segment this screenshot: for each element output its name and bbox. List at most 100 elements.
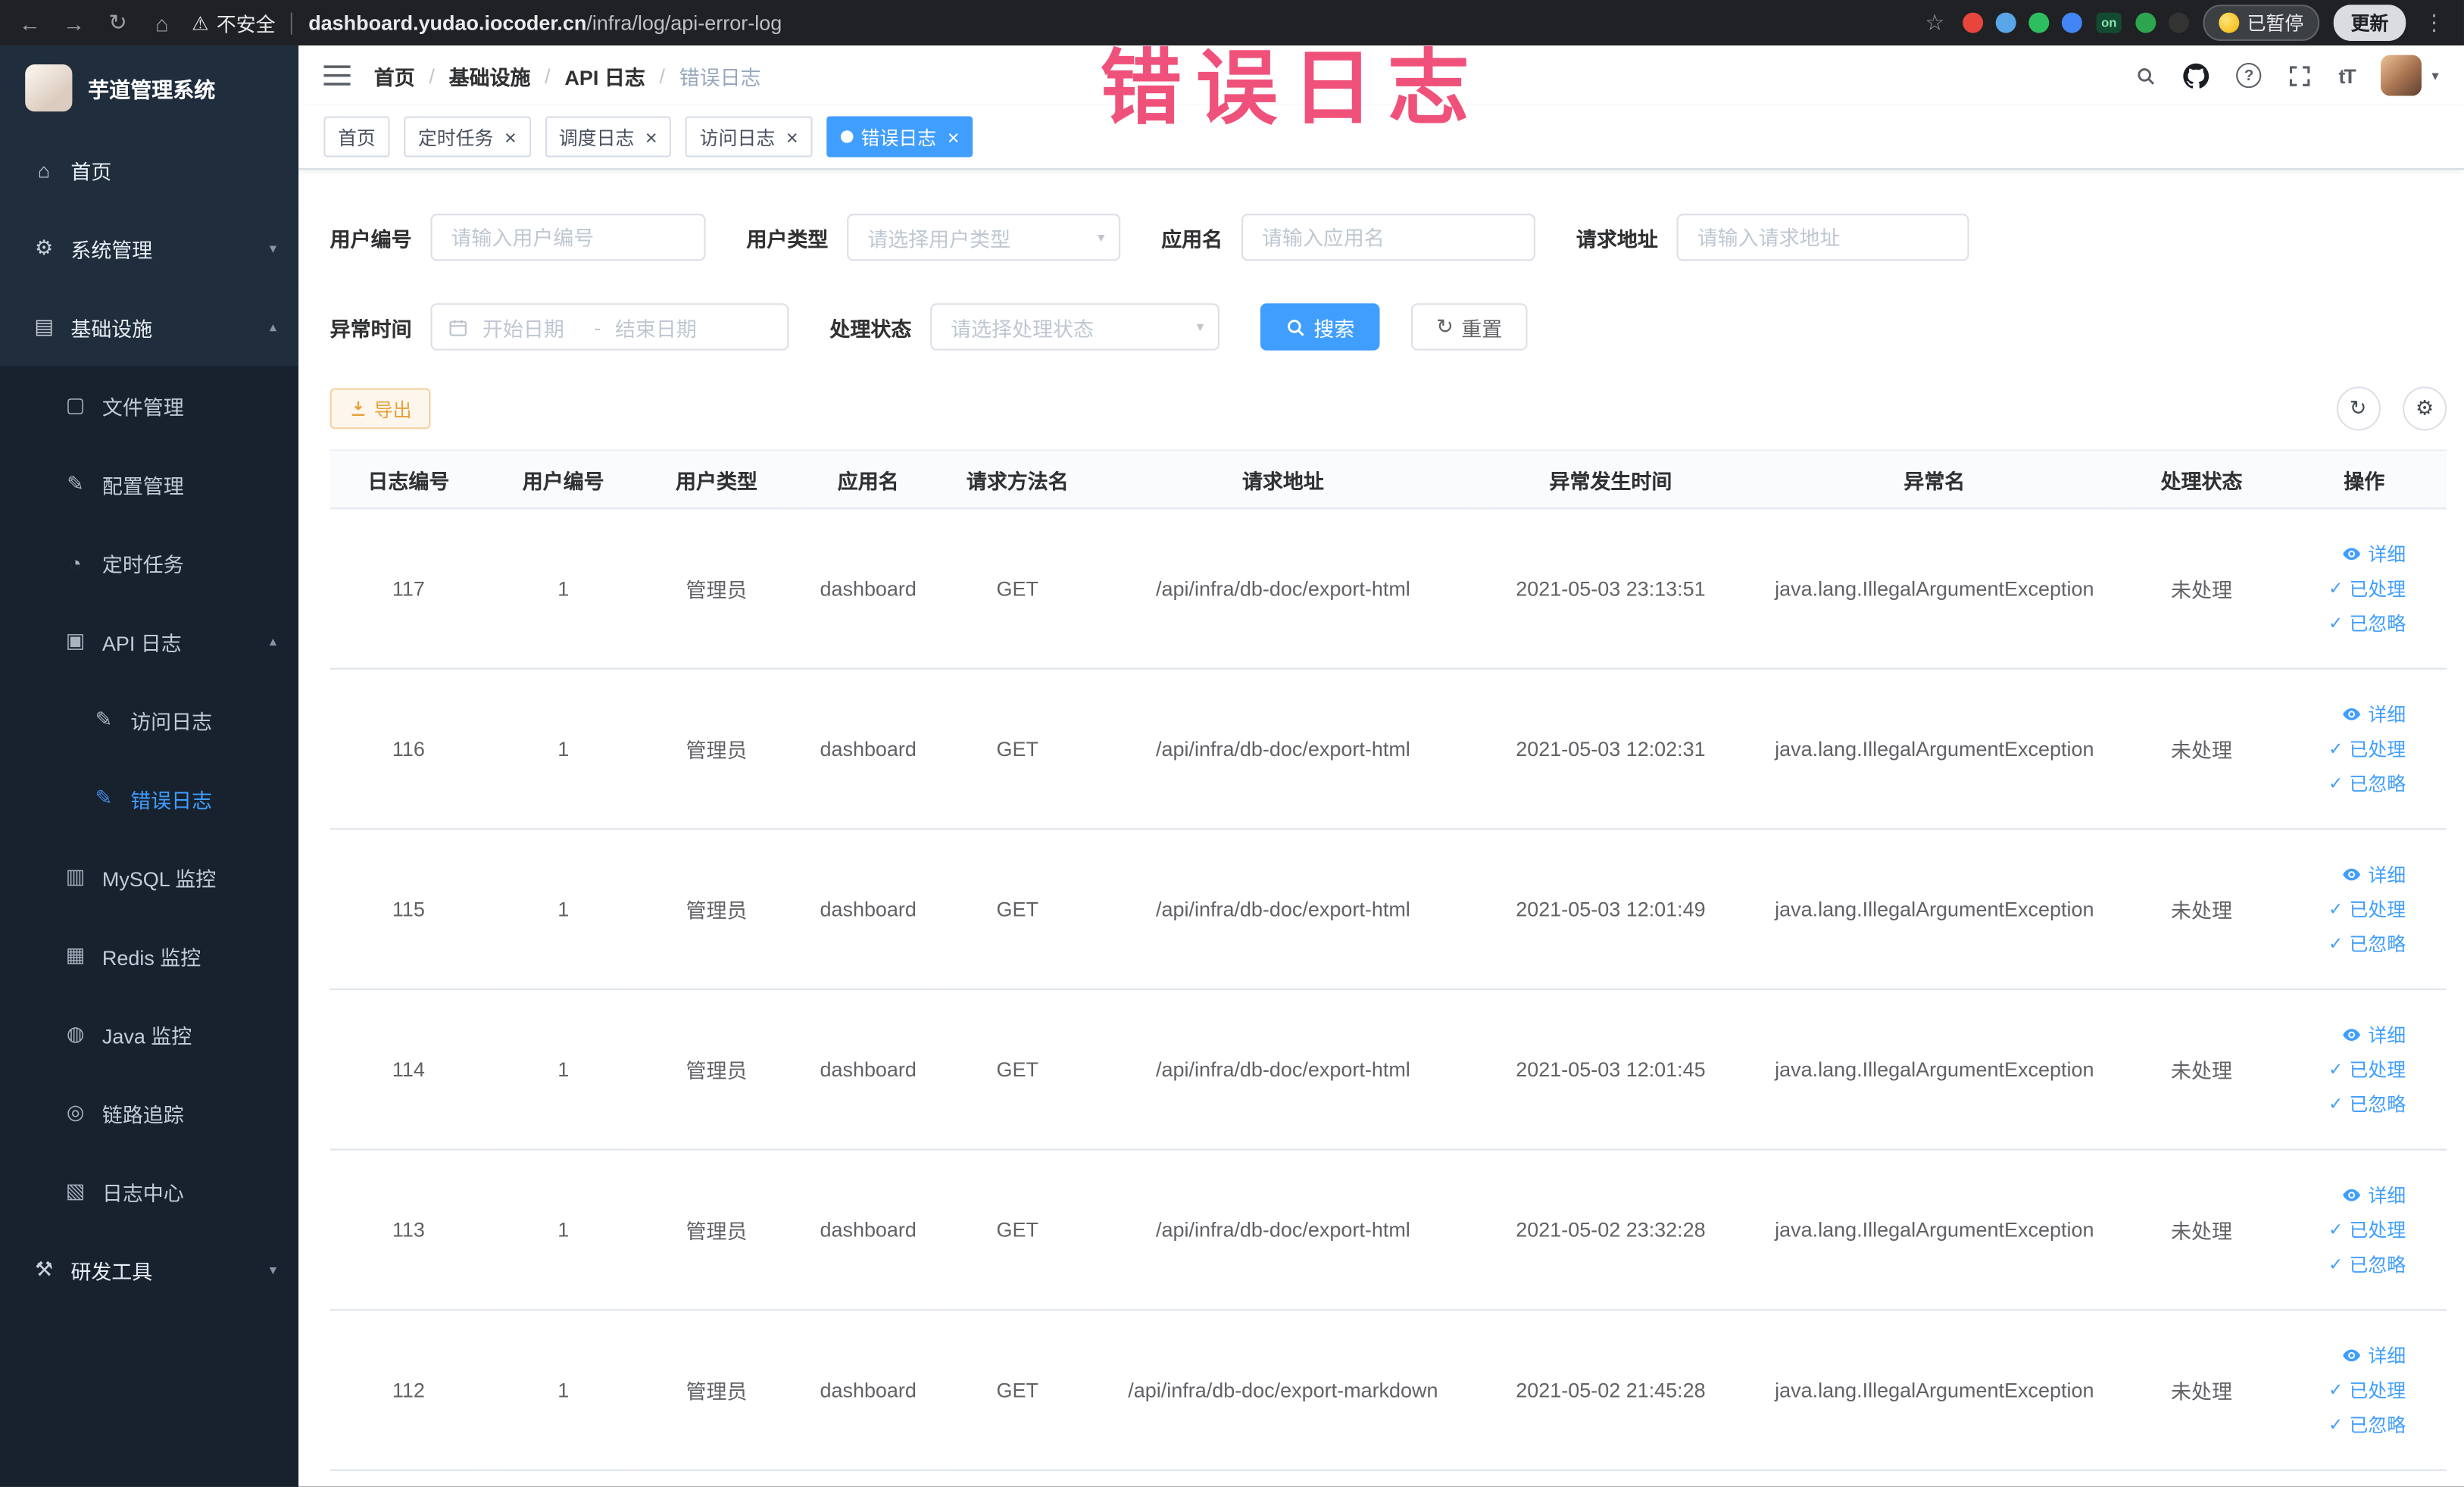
sidebar-item-13[interactable]: ▧ 日志中心: [0, 1152, 298, 1231]
extension-icon-1[interactable]: [1996, 12, 2017, 33]
tab-0[interactable]: 首页: [323, 116, 390, 158]
back-icon[interactable]: ←: [16, 10, 44, 35]
processed-link[interactable]: ✓ 已处理: [2281, 735, 2406, 763]
row-action-label: 已忽略: [2349, 1414, 2406, 1436]
more-menu-icon[interactable]: ⋮: [2420, 9, 2448, 36]
logo[interactable]: 芋道管理系统: [0, 45, 299, 131]
user-id-input[interactable]: [430, 214, 706, 261]
check-icon: ✓: [2328, 614, 2344, 633]
tab-2[interactable]: 调度日志 ×: [545, 116, 672, 158]
sidebar-item-0[interactable]: ⌂ 首页: [0, 130, 299, 209]
app: 芋道管理系统 ⌂ 首页 ⚙ 系统管理 ▾ ▤ 基础设施 ▴ ▢ 文件管理 ✎ 配置管理 ◔ 定时任务 ▣ AP…: [0, 45, 2464, 1487]
update-button[interactable]: 更新: [2333, 5, 2406, 41]
extension-icon-4[interactable]: [2135, 12, 2156, 33]
export-button[interactable]: 导出: [329, 388, 431, 430]
request-url-input[interactable]: [1676, 214, 1969, 261]
column-settings-button[interactable]: ⚙: [2403, 386, 2447, 431]
detail-link[interactable]: 详细: [2281, 1181, 2406, 1209]
star-icon[interactable]: ☆: [1921, 9, 1949, 36]
tab-4[interactable]: 错误日志 ×: [826, 116, 974, 158]
sidebar-item-3[interactable]: ▢ 文件管理: [0, 366, 298, 445]
ignored-link[interactable]: ✓ 已忽略: [2281, 929, 2406, 957]
extension-icon-3[interactable]: [2062, 12, 2083, 33]
breadcrumb-api-log[interactable]: API 日志: [564, 61, 645, 90]
sidebar-item-4[interactable]: ✎ 配置管理: [0, 445, 298, 523]
processed-link[interactable]: ✓ 已处理: [2281, 1055, 2406, 1083]
tab-3[interactable]: 访问日志 ×: [685, 116, 813, 158]
font-size-icon[interactable]: tT: [2338, 64, 2356, 87]
tab-1[interactable]: 定时任务 ×: [404, 116, 531, 158]
reload-icon[interactable]: ↻: [104, 9, 132, 36]
sidebar-item-9[interactable]: ▥ MySQL 监控: [0, 838, 298, 917]
process-status-select[interactable]: 请选择处理状态 ▾: [930, 303, 1220, 351]
ignored-link[interactable]: ✓ 已忽略: [2281, 770, 2406, 798]
exception-time-range[interactable]: 开始日期 - 结束日期: [430, 303, 789, 351]
detail-link[interactable]: 详细: [2281, 861, 2406, 889]
sidebar-item-6[interactable]: ▣ API 日志 ▴: [0, 602, 298, 681]
sidebar-item-1[interactable]: ⚙ 系统管理 ▾: [0, 208, 299, 288]
detail-link[interactable]: 详细: [2281, 700, 2406, 728]
github-icon[interactable]: [2183, 62, 2209, 89]
ignored-link[interactable]: ✓ 已忽略: [2281, 1090, 2406, 1118]
help-icon[interactable]: ?: [2236, 62, 2262, 89]
ignored-link[interactable]: ✓ 已忽略: [2281, 1410, 2406, 1439]
user-type-select[interactable]: 请选择用户类型 ▾: [847, 214, 1121, 261]
sidebar-item-7[interactable]: ✎ 访问日志: [0, 680, 298, 759]
config-icon: ✎: [67, 471, 84, 495]
processed-link[interactable]: ✓ 已处理: [2281, 1216, 2406, 1244]
paused-extension-badge[interactable]: 已暂停: [2203, 5, 2320, 41]
hamburger-icon[interactable]: [323, 64, 351, 86]
close-icon[interactable]: ×: [948, 127, 960, 147]
processed-link[interactable]: ✓ 已处理: [2281, 1376, 2406, 1404]
app-name-input[interactable]: [1241, 214, 1535, 261]
close-icon[interactable]: ×: [786, 127, 798, 147]
cell: 管理员: [639, 668, 794, 830]
sidebar-item-11[interactable]: ◍ Java 监控: [0, 995, 298, 1073]
sidebar-item-2[interactable]: ▤ 基础设施 ▴: [0, 287, 299, 367]
close-icon[interactable]: ×: [645, 127, 657, 147]
sidebar-item-14[interactable]: ⚒ 研发工具 ▾: [0, 1230, 298, 1309]
table-toolbar: 导出 ↻ ⚙: [329, 386, 2447, 431]
cell: 114: [329, 989, 488, 1151]
extension-icon-5[interactable]: [2168, 12, 2189, 33]
ignored-link[interactable]: ✓ 已忽略: [2281, 1250, 2406, 1278]
user-menu[interactable]: ▾: [2381, 55, 2439, 96]
search-icon[interactable]: [2136, 65, 2156, 86]
sidebar-item-label: 研发工具: [70, 1259, 153, 1283]
cell: java.lang.IllegalArgumentException: [1747, 1149, 2122, 1311]
refresh-button[interactable]: ↻: [2335, 386, 2381, 431]
reset-button[interactable]: ↻ 重置: [1411, 303, 1528, 351]
detail-link[interactable]: 详细: [2281, 1020, 2406, 1048]
close-icon[interactable]: ×: [504, 127, 517, 147]
fullscreen-icon[interactable]: [2288, 64, 2312, 87]
cell: /api/infra/db-doc/export-html: [1091, 989, 1474, 1151]
sidebar-item-10[interactable]: ▦ Redis 监控: [0, 916, 298, 995]
breadcrumb-home[interactable]: 首页: [374, 61, 415, 90]
row-action-label: 已处理: [2349, 1218, 2406, 1241]
column-header-9: 操作: [2281, 449, 2447, 510]
address-bar[interactable]: dashboard.yudao.iocoder.cn/infra/log/api…: [308, 11, 1905, 35]
breadcrumb-infra[interactable]: 基础设施: [449, 61, 531, 90]
browser-home-icon[interactable]: ⌂: [148, 10, 176, 35]
detail-link[interactable]: 详细: [2281, 1342, 2406, 1370]
extension-on-badge[interactable]: on: [2096, 12, 2122, 33]
sidebar-item-8[interactable]: ✎ 错误日志: [0, 759, 298, 838]
processed-link[interactable]: ✓ 已处理: [2281, 895, 2406, 923]
search-button[interactable]: 搜索: [1260, 303, 1380, 351]
processed-link[interactable]: ✓ 已处理: [2281, 574, 2406, 602]
column-header-2: 用户类型: [639, 449, 794, 510]
check-icon: ✓: [2328, 1220, 2344, 1239]
table-row: 113 1 管理员 dashboard GET/api/infra/db-doc/exp…: [329, 1149, 2447, 1311]
sidebar-item-5[interactable]: ◔ 定时任务: [0, 523, 298, 602]
cell: 管理员: [639, 1310, 794, 1471]
row-action-label: 详细: [2368, 863, 2406, 886]
ignored-link[interactable]: ✓ 已忽略: [2281, 609, 2406, 637]
security-warning[interactable]: ⚠ 不安全: [192, 8, 276, 37]
forward-icon[interactable]: →: [60, 10, 88, 35]
sidebar-item-12[interactable]: ◎ 链路追踪: [0, 1073, 298, 1152]
extension-icon-2[interactable]: [2028, 12, 2050, 33]
column-header-4: 请求方法名: [942, 449, 1092, 510]
detail-link[interactable]: 详细: [2281, 540, 2406, 568]
sidebar-item-label: 首页: [70, 159, 112, 183]
extension-icon-0[interactable]: [1963, 12, 1984, 33]
